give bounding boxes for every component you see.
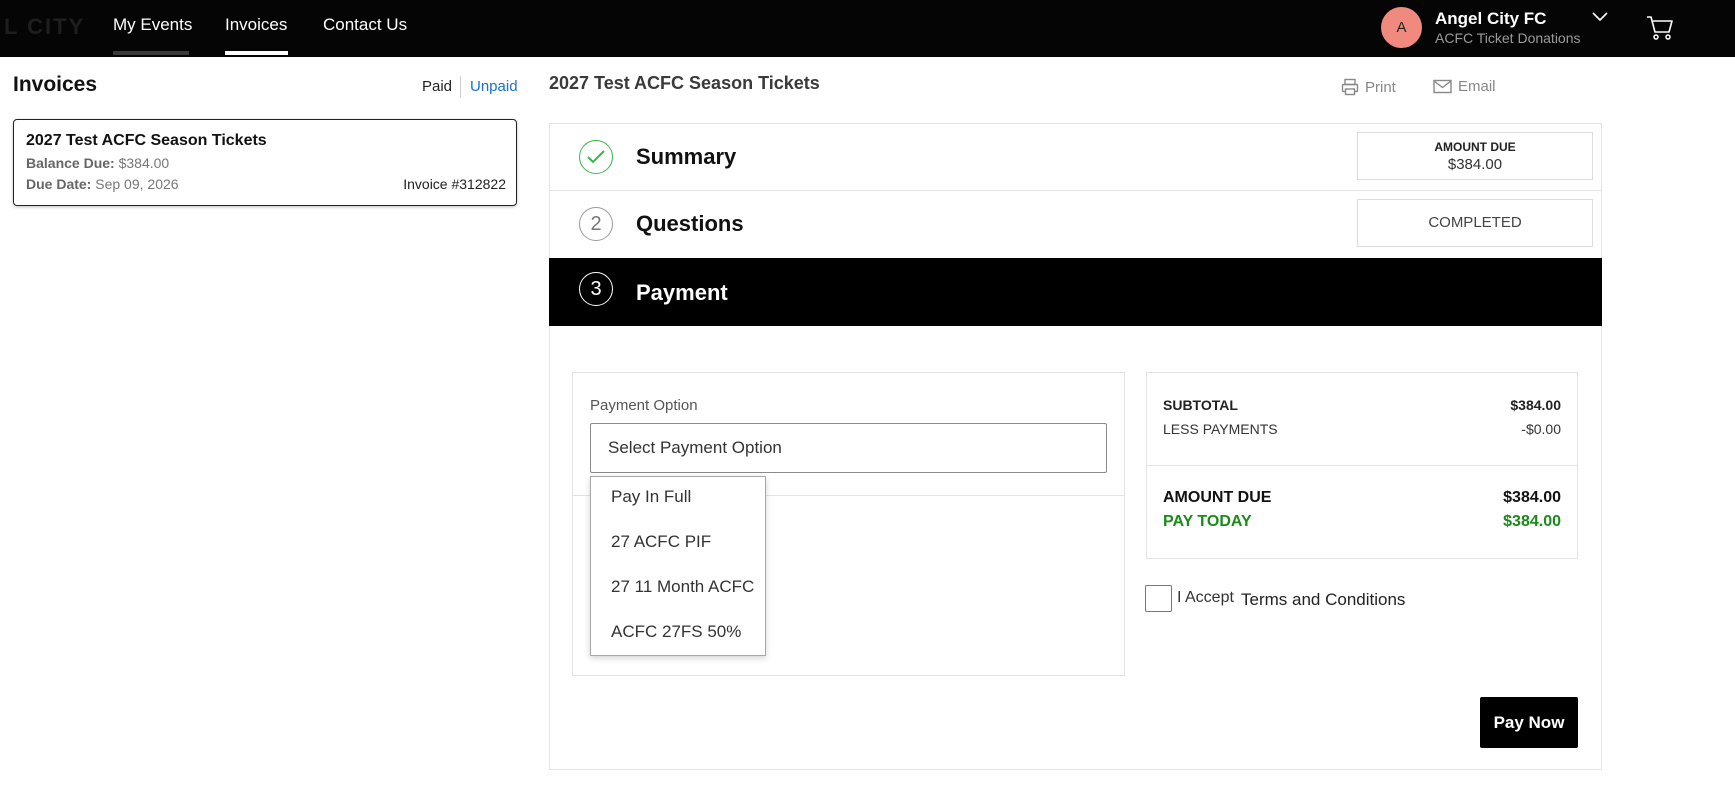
check-icon: [579, 140, 613, 174]
invoice-card[interactable]: 2027 Test ACFC Season Tickets Balance Du…: [13, 119, 517, 206]
printer-icon: [1341, 78, 1359, 96]
top-nav: L CITY My Events Invoices Contact Us A A…: [0, 0, 1735, 57]
amount-due-box: AMOUNT DUE $384.00: [1357, 132, 1593, 180]
nav-invoices[interactable]: Invoices: [225, 15, 287, 35]
cart-icon[interactable]: [1645, 12, 1675, 42]
step-questions-label: Questions: [636, 211, 744, 236]
pay-now-button[interactable]: Pay Now: [1480, 697, 1578, 748]
email-button[interactable]: Email: [1433, 78, 1496, 95]
pay-today-value: $384.00: [1503, 513, 1561, 530]
option-27-11-month-acfc[interactable]: 27 11 Month ACFC: [611, 577, 754, 597]
step-number-3: 3: [579, 272, 613, 306]
step-questions[interactable]: 2 Questions COMPLETED: [549, 191, 1602, 258]
completed-status: COMPLETED: [1357, 199, 1593, 247]
brand-logo[interactable]: L CITY: [4, 14, 85, 40]
step-number-2: 2: [579, 207, 613, 241]
balance-value: $384.00: [118, 155, 170, 171]
balance-label: Balance Due:: [26, 155, 115, 171]
due-date-label: Due Date:: [26, 176, 92, 192]
amount-due-value: $384.00: [1447, 156, 1503, 173]
accept-label: I Accept: [1177, 589, 1234, 606]
step-summary-label: Summary: [636, 144, 737, 169]
step-summary[interactable]: Summary AMOUNT DUE $384.00: [549, 123, 1602, 191]
payment-option-dropdown: Pay In Full 27 ACFC PIF 27 11 Month ACFC…: [590, 476, 766, 656]
amount-due-total-value: $384.00: [1503, 489, 1561, 506]
filter-divider: [460, 76, 461, 98]
subtotal-row: SUBTOTAL $384.00: [1163, 397, 1561, 413]
filter-unpaid[interactable]: Unpaid: [470, 78, 518, 95]
terms-and-conditions-link[interactable]: Terms and Conditions: [1241, 590, 1405, 610]
nav-invoices-underline: [225, 51, 288, 55]
amount-due-label: AMOUNT DUE: [1434, 140, 1516, 154]
filter-paid[interactable]: Paid: [422, 78, 452, 95]
due-date-value: Sep 09, 2026: [95, 176, 179, 192]
option-acfc-27fs-50[interactable]: ACFC 27FS 50%: [611, 622, 741, 642]
less-payments-row: LESS PAYMENTS -$0.00: [1163, 421, 1561, 437]
account-name[interactable]: Angel City FC: [1435, 9, 1546, 29]
amount-due-row: AMOUNT DUE $384.00: [1163, 489, 1561, 507]
invoices-heading: Invoices: [13, 73, 98, 96]
email-label: Email: [1458, 78, 1496, 95]
step-payment-label: Payment: [636, 280, 728, 305]
nav-my-events-underline: [113, 51, 189, 55]
envelope-icon: [1433, 79, 1452, 94]
option-pay-in-full[interactable]: Pay In Full: [611, 487, 691, 507]
print-button[interactable]: Print: [1341, 78, 1396, 96]
pay-today-label: PAY TODAY: [1163, 513, 1252, 530]
less-payments-value: -$0.00: [1521, 421, 1561, 437]
pay-today-row: PAY TODAY $384.00: [1163, 513, 1561, 531]
invoice-due-date: Due Date: Sep 09, 2026: [26, 176, 179, 192]
invoice-card-title: 2027 Test ACFC Season Tickets: [26, 132, 267, 149]
account-org: ACFC Ticket Donations: [1435, 30, 1581, 46]
invoice-number: Invoice #312822: [403, 176, 506, 192]
payment-option-select[interactable]: Select Payment Option: [590, 423, 1107, 473]
step-payment[interactable]: 3 Payment: [549, 258, 1602, 326]
option-27-acfc-pif[interactable]: 27 ACFC PIF: [611, 532, 711, 552]
nav-contact-us[interactable]: Contact Us: [323, 15, 407, 35]
chevron-down-icon[interactable]: [1591, 10, 1609, 24]
subtotal-label: SUBTOTAL: [1163, 397, 1238, 413]
invoice-balance: Balance Due: $384.00: [26, 155, 169, 171]
print-label: Print: [1365, 78, 1396, 96]
page-title: 2027 Test ACFC Season Tickets: [549, 73, 820, 93]
payment-option-label: Payment Option: [590, 397, 698, 414]
amount-due-total-label: AMOUNT DUE: [1163, 489, 1272, 506]
subtotal-value: $384.00: [1510, 397, 1561, 413]
avatar[interactable]: A: [1381, 7, 1422, 48]
nav-my-events[interactable]: My Events: [113, 15, 192, 35]
accept-terms-checkbox[interactable]: [1145, 585, 1172, 612]
less-payments-label: LESS PAYMENTS: [1163, 421, 1278, 437]
summary-divider: [1146, 465, 1578, 466]
